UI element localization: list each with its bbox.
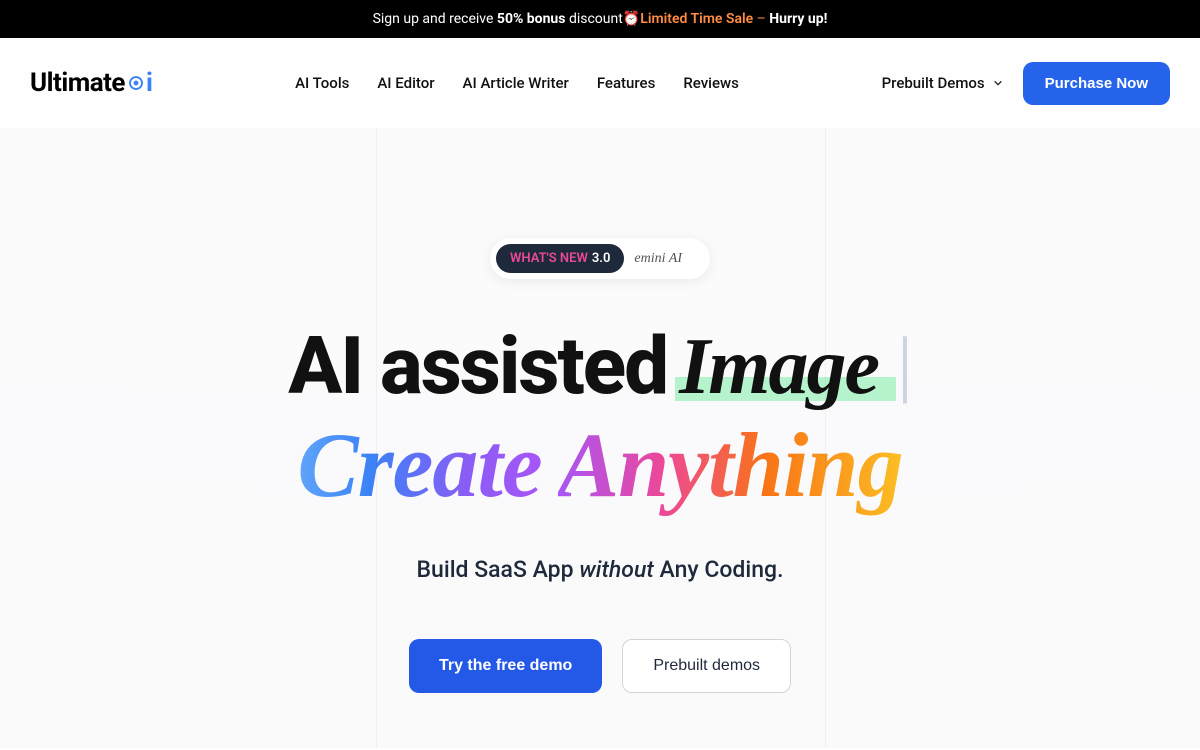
logo[interactable]: Ultimatei bbox=[30, 68, 152, 98]
title-assisted: AI assisted bbox=[288, 324, 667, 408]
logo-text: Ultimate bbox=[30, 68, 125, 98]
title-line-2: CreateAnything bbox=[0, 417, 1200, 514]
prebuilt-label: Prebuilt Demos bbox=[882, 74, 985, 92]
hero-subtitle: Build SaaS App without Any Coding. bbox=[0, 556, 1200, 583]
purchase-button[interactable]: Purchase Now bbox=[1023, 62, 1170, 105]
nav-ai-editor[interactable]: AI Editor bbox=[377, 74, 434, 92]
banner-hurry: Hurry up! bbox=[769, 11, 827, 27]
whats-new-version: 3.0 bbox=[592, 251, 611, 266]
cursor-icon: | bbox=[896, 324, 912, 408]
main-nav: AI Tools AI Editor AI Article Writer Fea… bbox=[295, 74, 739, 92]
prebuilt-demos-dropdown[interactable]: Prebuilt Demos bbox=[882, 74, 1003, 92]
logo-icon bbox=[127, 74, 145, 92]
banner-bonus: 50% bonus bbox=[497, 11, 566, 27]
banner-prefix: Sign up and receive bbox=[373, 11, 497, 27]
prebuilt-demos-button[interactable]: Prebuilt demos bbox=[622, 639, 791, 693]
banner-discount: discount bbox=[565, 11, 622, 27]
header-actions: Prebuilt Demos Purchase Now bbox=[882, 62, 1170, 105]
nav-reviews[interactable]: Reviews bbox=[683, 74, 739, 92]
sub-suffix: Any Coding. bbox=[654, 556, 784, 583]
logo-ai: i bbox=[126, 68, 152, 98]
title-create: Create bbox=[297, 414, 541, 516]
nav-features[interactable]: Features bbox=[597, 74, 655, 92]
cta-row: Try the free demo Prebuilt demos bbox=[0, 639, 1200, 693]
whats-new-text: emini AI bbox=[634, 251, 682, 267]
whats-new-label: WHAT'S NEW bbox=[510, 251, 588, 266]
title-image: Image bbox=[679, 323, 878, 411]
title-anything: Anything bbox=[558, 414, 903, 516]
sub-italic: without bbox=[579, 556, 654, 583]
clock-icon: ⏰ bbox=[623, 11, 640, 27]
hero-title: AI assisted Image | CreateAnything bbox=[0, 324, 1200, 514]
whats-new-pill[interactable]: WHAT'S NEW 3.0 emini AI bbox=[490, 238, 710, 279]
sub-prefix: Build SaaS App bbox=[417, 556, 580, 583]
nav-article-writer[interactable]: AI Article Writer bbox=[463, 74, 569, 92]
nav-ai-tools[interactable]: AI Tools bbox=[295, 74, 349, 92]
promo-banner: Sign up and receive 50% bonus discount⏰L… bbox=[0, 0, 1200, 38]
main-header: Ultimatei AI Tools AI Editor AI Article … bbox=[0, 38, 1200, 128]
try-demo-button[interactable]: Try the free demo bbox=[409, 639, 602, 693]
banner-sale: Limited Time Sale bbox=[640, 11, 753, 27]
banner-dash: – bbox=[753, 11, 769, 27]
title-image-wrap: Image bbox=[679, 324, 878, 409]
whats-new-badge: WHAT'S NEW 3.0 bbox=[496, 244, 624, 273]
hero-section: WHAT'S NEW 3.0 emini AI AI assisted Image… bbox=[0, 128, 1200, 748]
chevron-down-icon bbox=[993, 78, 1003, 88]
title-line-1: AI assisted Image | bbox=[0, 324, 1200, 409]
